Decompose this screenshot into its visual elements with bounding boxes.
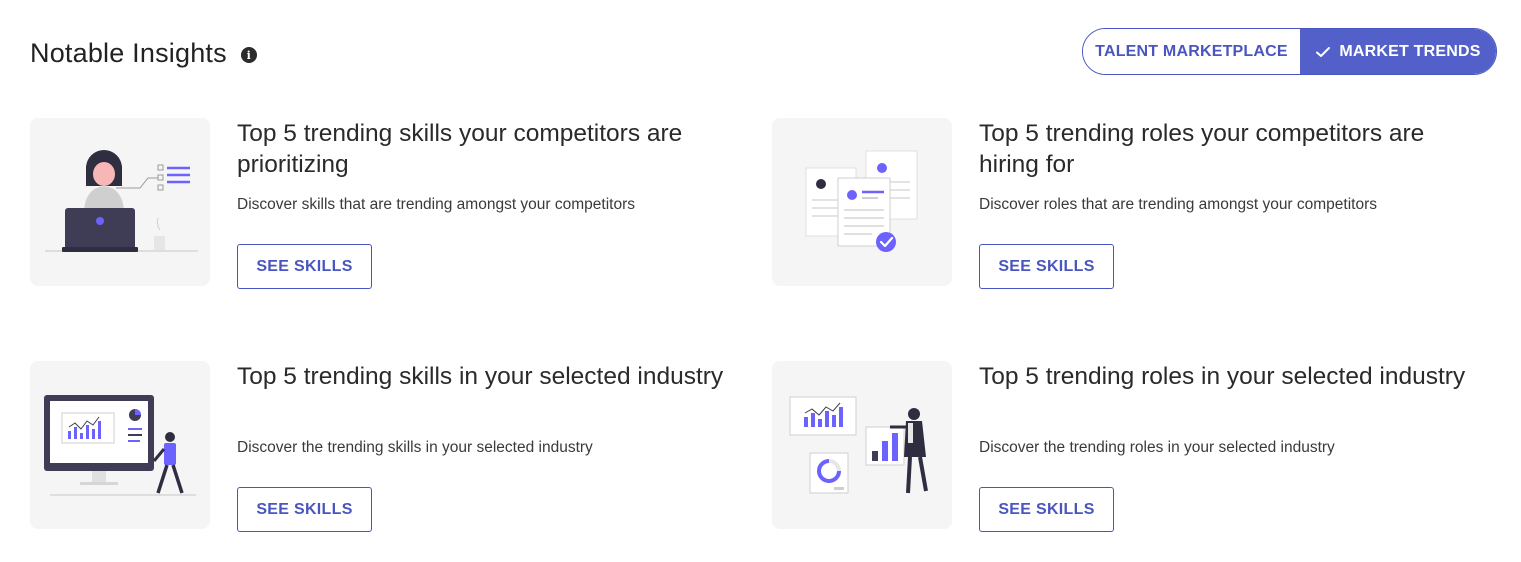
info-icon[interactable]: i	[240, 47, 257, 63]
market-trends-toggle[interactable]: MARKET TRENDS	[1299, 29, 1496, 74]
person-presenting-charts-illustration	[772, 361, 952, 529]
card-title: Top 5 trending roles in your selected in…	[979, 363, 1466, 390]
talent-marketplace-label: TALENT MARKETPLACE	[1095, 42, 1288, 60]
see-skills-button[interactable]: SEE SKILLS	[979, 487, 1114, 532]
insight-card: Top 5 trending skills in your selected i…	[30, 361, 750, 532]
page-title: Notable Insights	[30, 38, 227, 68]
see-skills-button[interactable]: SEE SKILLS	[237, 244, 372, 289]
card-title: Top 5 trending roles your competitors ar…	[979, 120, 1425, 178]
see-skills-button[interactable]: SEE SKILLS	[979, 244, 1114, 289]
check-icon	[1316, 46, 1331, 57]
card-description: Discover skills that are trending amongs…	[237, 196, 635, 213]
insight-card: Top 5 trending roles your competitors ar…	[772, 118, 1492, 289]
insight-card: Top 5 trending roles in your selected in…	[772, 361, 1492, 532]
see-skills-button[interactable]: SEE SKILLS	[237, 487, 372, 532]
insight-card: Top 5 trending skills your competitors a…	[30, 118, 750, 289]
card-title: Top 5 trending skills your competitors a…	[237, 120, 683, 178]
card-description: Discover the trending roles in your sele…	[979, 439, 1335, 456]
resumes-illustration	[772, 118, 952, 286]
card-description: Discover roles that are trending amongst…	[979, 196, 1378, 213]
card-description: Discover the trending skills in your sel…	[237, 439, 593, 456]
person-at-laptop-illustration	[30, 118, 210, 286]
view-toggle: TALENT MARKETPLACE MARKET TRENDS	[1082, 28, 1497, 75]
monitor-chart-illustration	[30, 361, 210, 529]
card-title: Top 5 trending skills in your selected i…	[237, 363, 724, 390]
page-title-group: Notable Insights i	[30, 38, 257, 69]
talent-marketplace-toggle[interactable]: TALENT MARKETPLACE	[1083, 29, 1300, 74]
market-trends-label: MARKET TRENDS	[1339, 42, 1481, 60]
